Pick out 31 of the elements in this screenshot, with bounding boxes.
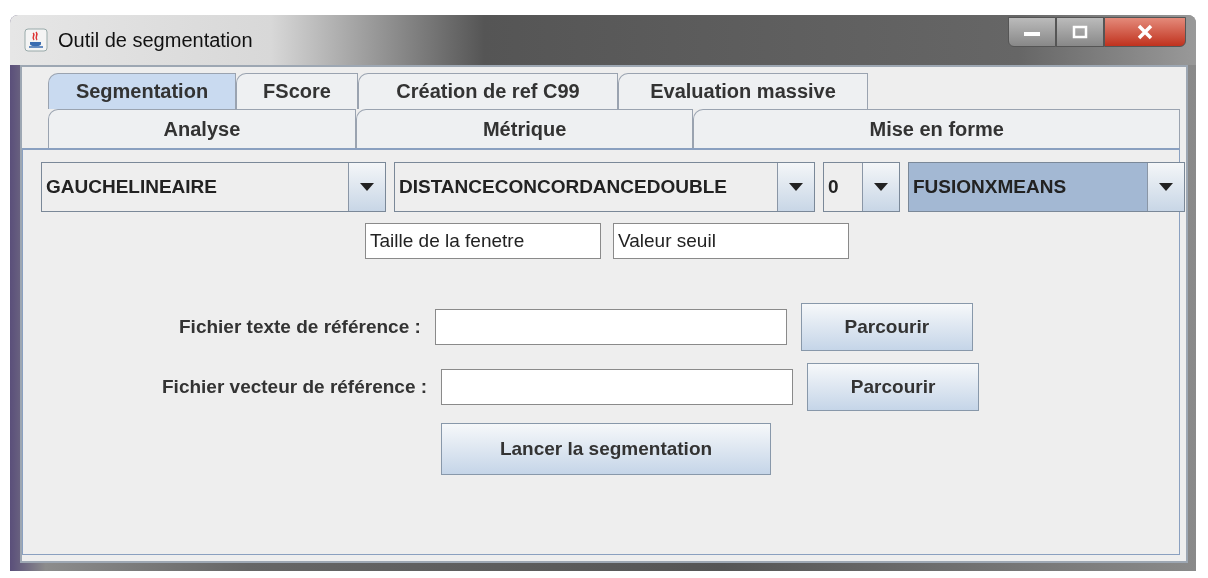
- tab[interactable]: Analyse: [48, 109, 356, 148]
- window-title: Outil de segmentation: [58, 28, 253, 52]
- tab[interactable]: Evaluation massive: [618, 73, 868, 109]
- close-icon: [1136, 24, 1154, 40]
- close-button[interactable]: [1104, 17, 1186, 47]
- input-field[interactable]: Taille de la fenetre: [365, 223, 601, 259]
- browse-button[interactable]: Parcourir: [807, 363, 980, 411]
- run-button[interactable]: Lancer la segmentation: [441, 423, 771, 475]
- caret-icon: [360, 183, 374, 191]
- java-cup-icon: [24, 28, 48, 52]
- tab[interactable]: FScore: [236, 73, 358, 109]
- field-label: Fichier vecteur de référence :: [162, 376, 428, 398]
- dropdown[interactable]: 0: [823, 162, 900, 212]
- caret-icon: [874, 183, 888, 191]
- field-label: Fichier texte de référence :: [179, 316, 421, 338]
- dropdown[interactable]: GAUCHELINEAIRE: [41, 162, 386, 212]
- minimize-button[interactable]: [1008, 17, 1056, 47]
- browse-button[interactable]: Parcourir: [800, 303, 973, 351]
- tab[interactable]: Création de ref C99: [358, 73, 618, 109]
- dropdown[interactable]: FUSIONXMEANS: [908, 162, 1185, 212]
- tab[interactable]: Segmentation: [48, 73, 236, 109]
- tab[interactable]: Mise en forme: [693, 109, 1180, 148]
- input-field[interactable]: [441, 369, 794, 405]
- dropdown[interactable]: DISTANCECONCORDANCEDOUBLE: [394, 162, 815, 212]
- caret-icon: [1159, 183, 1173, 191]
- maximize-icon: [1072, 25, 1088, 39]
- maximize-button[interactable]: [1056, 17, 1104, 47]
- input-field[interactable]: Valeur seuil: [613, 223, 849, 259]
- tab[interactable]: Métrique: [355, 109, 694, 148]
- caret-icon: [789, 183, 803, 191]
- input-field[interactable]: [434, 309, 787, 345]
